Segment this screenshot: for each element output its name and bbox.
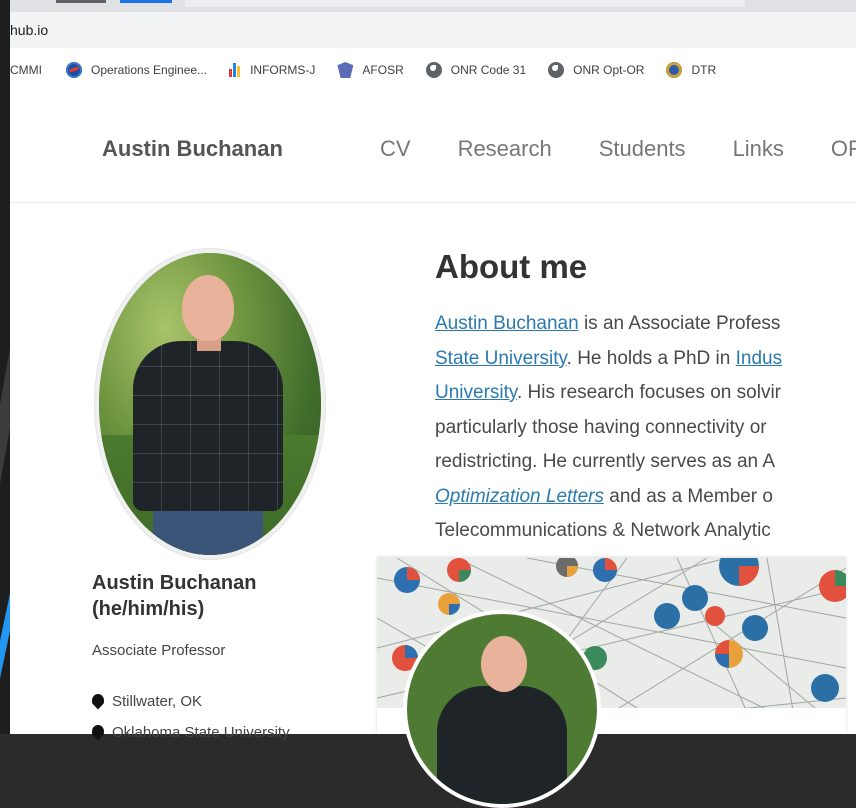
bookmark-cmmi[interactable]: CMMI	[10, 63, 42, 77]
profile-name: Austin Buchanan (he/him/his)	[92, 570, 332, 622]
bio-line: State University. He holds a PhD in Indu…	[435, 342, 846, 377]
bookmark-afosr[interactable]: AFOSR	[337, 62, 404, 78]
bookmark-label: INFORMS-J	[250, 63, 316, 77]
bookmark-label: Operations Enginee...	[91, 63, 208, 77]
tab[interactable]	[185, 0, 745, 7]
bio-line: redistricting. He currently serves as an…	[435, 445, 846, 480]
bookmark-onr-opt-or[interactable]: ONR Opt-OR	[548, 62, 644, 78]
bio-text: . His research focuses on solvir	[517, 382, 781, 403]
site-nav: CV Research Students Links OF	[380, 136, 856, 162]
bio-link[interactable]: Optimization Letters	[435, 486, 604, 507]
seal-icon	[666, 62, 683, 78]
address-bar[interactable]: hub.io	[10, 12, 856, 48]
profile-pronouns: (he/him/his)	[92, 598, 205, 620]
nav-more[interactable]: OF	[831, 136, 856, 162]
bookmark-label: ONR Opt-OR	[573, 63, 645, 77]
bio-line: University. His research focuses on solv…	[435, 376, 846, 411]
about-title: About me	[435, 248, 588, 285]
bio-link[interactable]: Austin Buchanan	[435, 313, 579, 334]
profile-avatar	[95, 249, 325, 559]
bio-link[interactable]: University	[435, 382, 517, 403]
url-text[interactable]: hub.io	[10, 22, 48, 38]
bio-line: Austin Buchanan is an Associate Profess	[435, 307, 846, 342]
bookmark-label: CMMI	[10, 63, 42, 77]
site-header: Austin Buchanan CV Research Students Lin…	[10, 92, 856, 203]
bio-text: and as a Member o	[603, 485, 773, 507]
profile-location: Stillwater, OK	[92, 693, 202, 710]
bookmark-label: AFOSR	[362, 63, 404, 77]
tab-strip	[10, 0, 856, 12]
bio-text: redistricting. He currently serves as an…	[435, 451, 776, 472]
bio-link[interactable]: State University	[435, 348, 567, 369]
globe-icon	[548, 62, 565, 78]
site-brand[interactable]: Austin Buchanan	[102, 136, 283, 162]
bio-text: particularly those having connectivity o…	[435, 416, 767, 438]
bio-text: Telecommunications & Network Analytic	[435, 520, 771, 541]
bookmark-dtra[interactable]: DTR	[666, 62, 716, 78]
informs-icon	[229, 62, 241, 78]
profile-location-text: Stillwater, OK	[112, 693, 203, 710]
nav-research[interactable]: Research	[458, 136, 552, 162]
bookmarks-bar: CMMI Operations Enginee... INFORMS-J AFO…	[10, 48, 856, 93]
nav-cv[interactable]: CV	[380, 136, 411, 162]
map-pin-icon	[92, 693, 104, 710]
bio-text: is an Associate Profess	[578, 313, 781, 334]
bio-line: Telecommunications & Network Analytic	[435, 514, 846, 549]
globe-icon	[425, 62, 442, 78]
bio-line: particularly those having connectivity o…	[435, 411, 846, 446]
bookmark-operations-engineering[interactable]: Operations Enginee...	[66, 62, 207, 78]
afosr-icon	[337, 62, 354, 78]
profile-role: Associate Professor	[92, 642, 226, 659]
profile-affiliation: Oklahoma State University	[92, 724, 290, 741]
tab[interactable]	[56, 0, 106, 3]
bio-link[interactable]: Indus	[736, 348, 782, 369]
bio-line: Optimization Letters and as a Member o	[435, 480, 846, 515]
nav-links[interactable]: Links	[733, 136, 784, 162]
bookmark-informs-j[interactable]: INFORMS-J	[229, 62, 315, 78]
bookmark-label: ONR Code 31	[450, 63, 527, 77]
profile-name-text: Austin Buchanan	[92, 572, 257, 594]
bookmark-onr-code-31[interactable]: ONR Code 31	[425, 62, 527, 78]
tab-active[interactable]	[120, 0, 172, 3]
about-bio: Austin Buchanan is an Associate Profess S…	[435, 307, 846, 549]
university-icon	[92, 724, 104, 741]
bookmark-label: DTR	[691, 63, 717, 77]
preview-avatar	[403, 610, 601, 808]
nasa-icon	[66, 62, 82, 78]
nav-students[interactable]: Students	[599, 136, 686, 162]
bio-text: . He holds a PhD in	[566, 347, 736, 369]
profile-affiliation-text: Oklahoma State University	[112, 724, 290, 741]
